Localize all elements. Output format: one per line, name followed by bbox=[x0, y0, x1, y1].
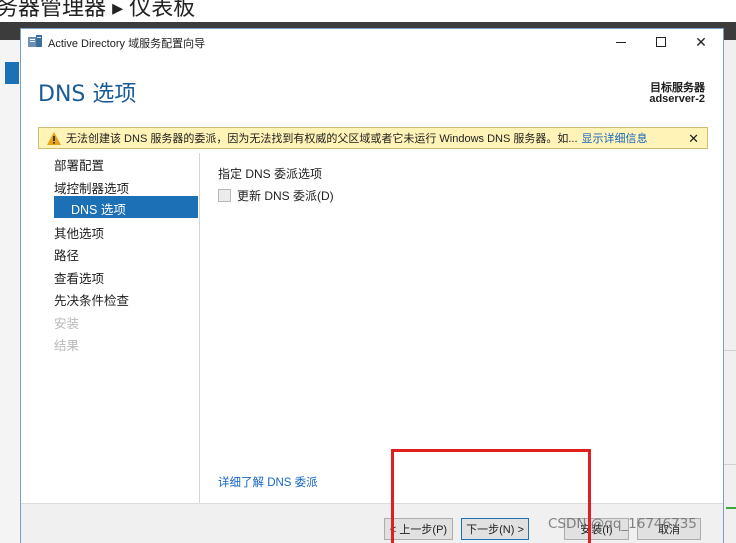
dns-delegation-section-label: 指定 DNS 委派选项 bbox=[218, 167, 323, 181]
server-app-icon bbox=[28, 35, 42, 47]
window-title: Active Directory 域服务配置向导 bbox=[48, 38, 206, 50]
nav-item-dns-options[interactable]: DNS 选项 bbox=[54, 196, 198, 218]
close-button[interactable]: ✕ bbox=[681, 29, 721, 55]
target-server-value: adserver-2 bbox=[649, 93, 705, 105]
background-app-sidebar-selection bbox=[5, 62, 19, 84]
nav-item-deployment-config[interactable]: 部署配置 bbox=[54, 155, 104, 174]
maximize-button[interactable] bbox=[641, 29, 681, 55]
update-dns-delegation-option[interactable]: 更新 DNS 委派(D) bbox=[218, 187, 334, 204]
ad-ds-config-wizard-dialog: Active Directory 域服务配置向导 ✕ DNS 选项 目标服务器 … bbox=[20, 28, 724, 543]
background-status-bar bbox=[726, 507, 736, 509]
close-icon: ✕ bbox=[695, 33, 707, 50]
warning-message: 无法创建该 DNS 服务器的委派，因为无法找到有权威的父区域或者它未运行 Win… bbox=[66, 133, 578, 145]
maximize-icon bbox=[656, 37, 666, 47]
nav-item-installation: 安装 bbox=[54, 317, 80, 331]
warning-banner: 无法创建该 DNS 服务器的委派，因为无法找到有权威的父区域或者它未运行 Win… bbox=[38, 127, 708, 149]
nav-item-label: DNS 选项 bbox=[71, 203, 126, 217]
nav-item-dc-options[interactable]: 域控制器选项 bbox=[54, 178, 129, 197]
nav-item-additional-options[interactable]: 其他选项 bbox=[54, 223, 104, 242]
nav-item-review-options[interactable]: 查看选项 bbox=[54, 268, 104, 287]
wizard-steps-nav: 部署配置 域控制器选项 DNS 选项 其他选项 路径 查看选项 先决条件检查 安… bbox=[21, 153, 199, 503]
window-titlebar[interactable]: Active Directory 域服务配置向导 ✕ bbox=[21, 29, 723, 55]
background-divider bbox=[724, 464, 736, 465]
nav-divider bbox=[199, 153, 200, 505]
nav-item-paths[interactable]: 路径 bbox=[54, 245, 79, 264]
background-app-sidebar bbox=[0, 40, 20, 543]
background-app-title: 务器管理器 ▸ 仪表板 bbox=[0, 0, 196, 20]
update-dns-delegation-checkbox[interactable] bbox=[218, 189, 231, 202]
minimize-icon bbox=[616, 41, 626, 43]
csdn-watermark: CSDN @qq_16746735 bbox=[548, 516, 697, 532]
page-title: DNS 选项 bbox=[38, 82, 137, 107]
update-dns-delegation-label[interactable]: 更新 DNS 委派(D) bbox=[237, 187, 334, 204]
learn-more-dns-delegation-link[interactable]: 详细了解 DNS 委派 bbox=[218, 474, 318, 490]
nav-item-results: 结果 bbox=[54, 339, 80, 353]
background-divider bbox=[724, 350, 736, 351]
warning-icon bbox=[47, 131, 61, 145]
show-details-link[interactable]: 显示详细信息 bbox=[582, 130, 648, 146]
background-app-right-pane bbox=[724, 40, 736, 543]
dismiss-warning-button[interactable]: ✕ bbox=[688, 131, 699, 147]
minimize-button[interactable] bbox=[601, 29, 641, 55]
nav-item-prerequisites-check[interactable]: 先决条件检查 bbox=[54, 290, 129, 309]
